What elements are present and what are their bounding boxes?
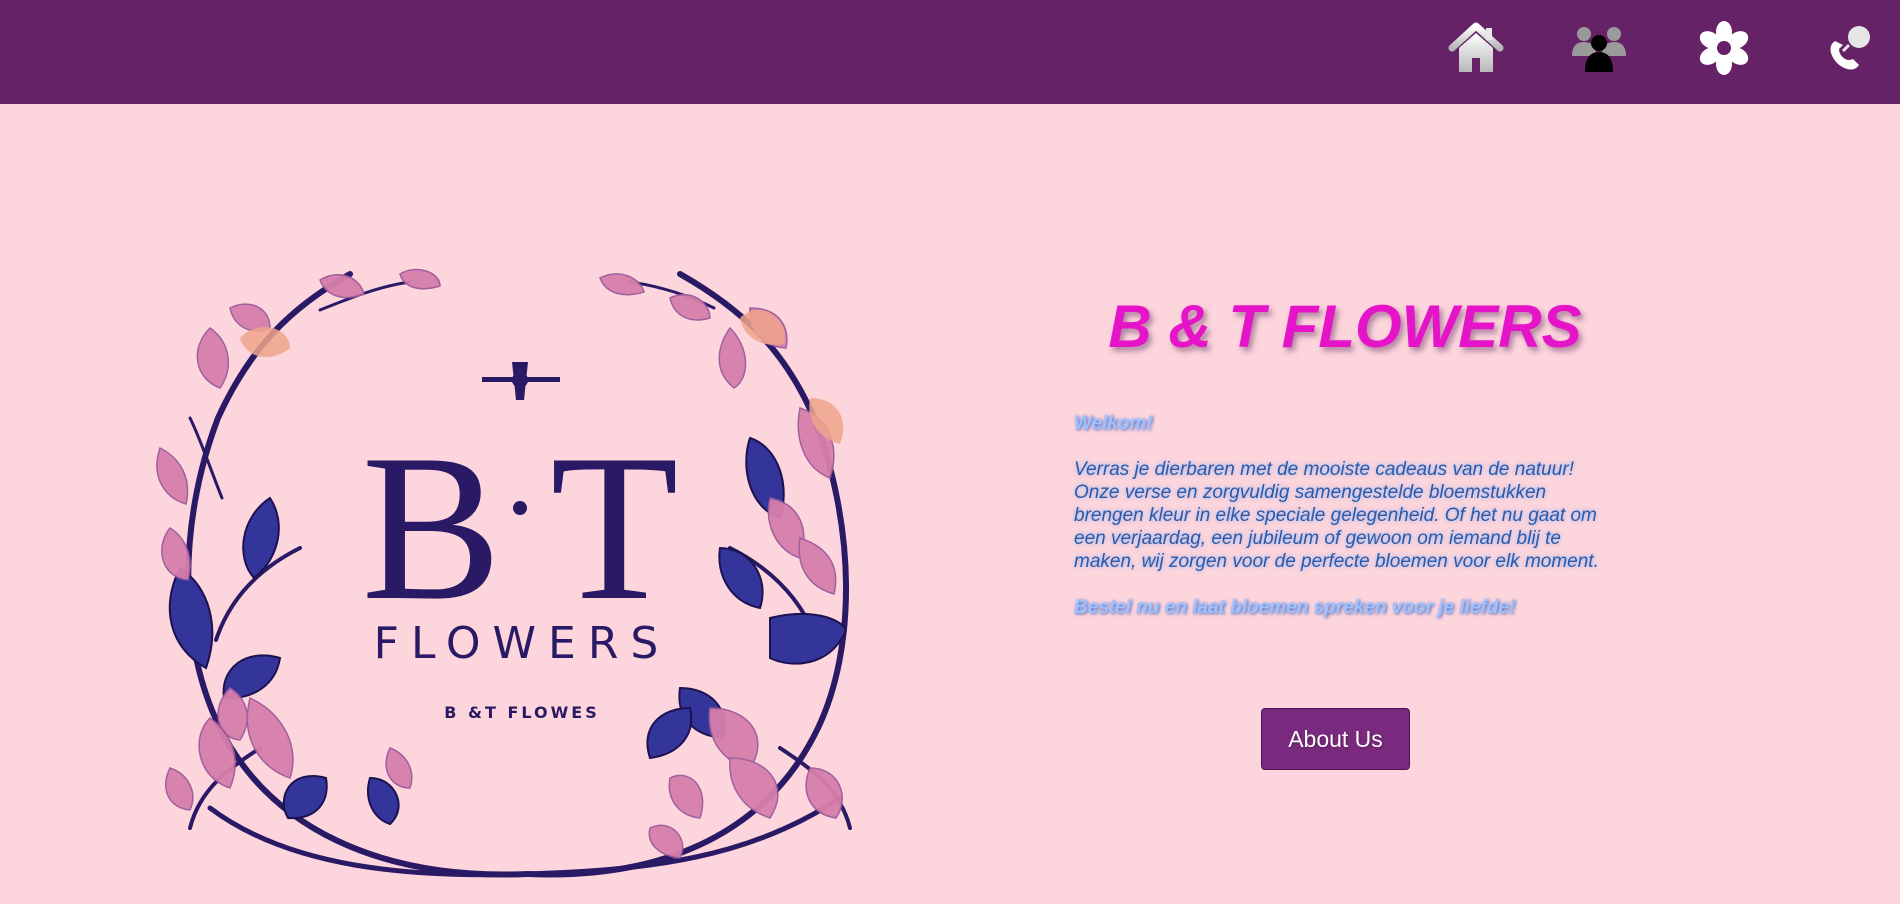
welcome-heading: Welkom!: [1074, 413, 1153, 434]
home-icon: [1448, 22, 1504, 72]
logo-monogram: B T: [361, 412, 678, 644]
nav-flowers-button[interactable]: [1692, 18, 1756, 78]
nav-home-button[interactable]: [1444, 18, 1508, 78]
page-title: B & T FLOWERS: [1108, 293, 1582, 360]
nav-contact-button[interactable]: [1818, 18, 1882, 78]
logo-tagline: B &T FLOWES: [444, 703, 599, 722]
intro-text: Welkom! Verras je dierbaren met de moois…: [1074, 412, 1614, 642]
call-to-action: Bestel nu en laat bloemen spreken voor j…: [1074, 597, 1516, 618]
phone-icon: [1830, 26, 1870, 70]
nav-team-button[interactable]: [1567, 18, 1631, 78]
intro-paragraph: Verras je dierbaren met de mooiste cadea…: [1074, 459, 1599, 572]
about-us-button[interactable]: About Us: [1261, 708, 1410, 770]
top-navigation-bar: [0, 0, 1900, 104]
brand-logo: B T FLOWERS B &T FLOWES: [150, 268, 910, 890]
small-emblem: [482, 362, 560, 400]
people-icon: [1572, 27, 1626, 72]
logo-wordmark: FLOWERS: [374, 618, 671, 669]
flower-icon: [1699, 21, 1749, 75]
